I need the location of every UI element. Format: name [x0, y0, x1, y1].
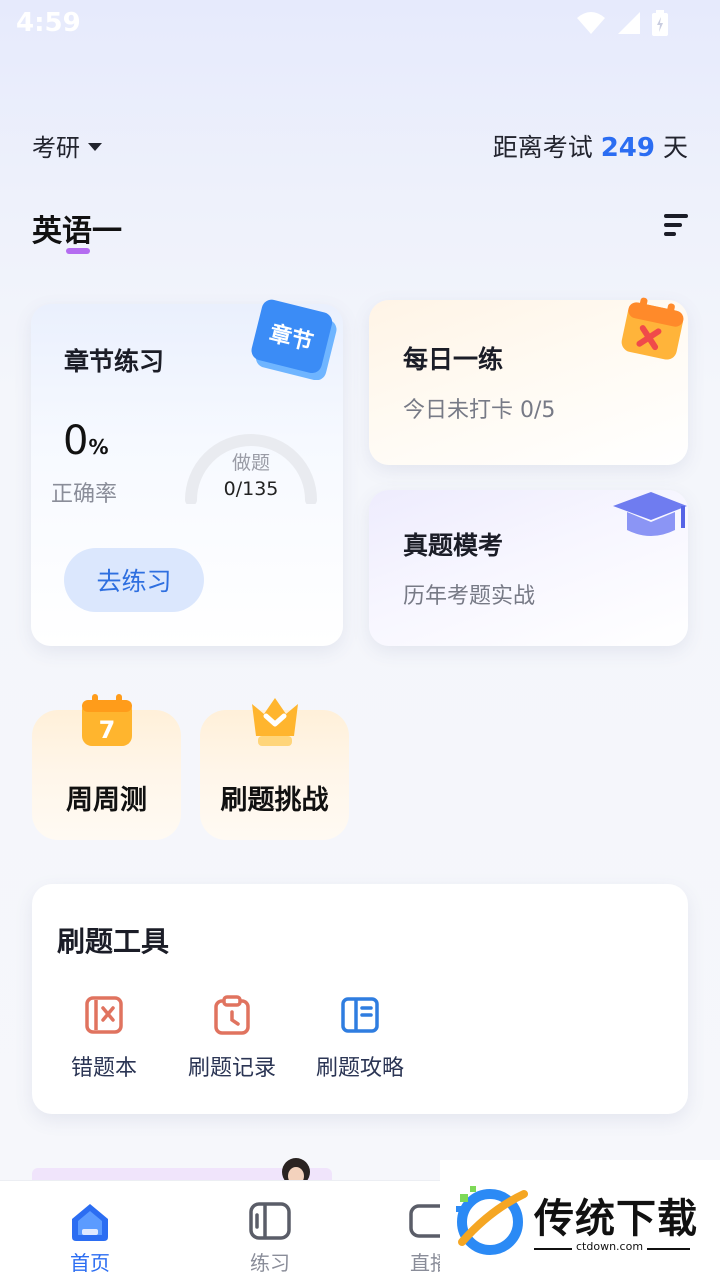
done-label: 做题 — [231, 452, 270, 474]
mock-exam-card[interactable]: 真题模考 历年考题实战 — [369, 490, 688, 646]
crown-icon — [252, 698, 298, 746]
subject-underline — [66, 248, 90, 254]
exam-type-dropdown[interactable]: 考研 — [32, 128, 102, 163]
status-icons — [576, 10, 668, 36]
chapter-practice-card[interactable]: 章节练习 章节 0 % 正确率 做题 0/135 去练习 — [31, 299, 343, 646]
tab-practice-label: 练习 — [250, 1251, 290, 1275]
home-icon — [72, 1204, 108, 1241]
tab-practice[interactable]: 练习 — [220, 1199, 320, 1276]
challenge-label: 刷题挑战 — [220, 785, 329, 816]
countdown-prefix: 距离考试 — [492, 133, 593, 162]
battery-icon — [652, 10, 668, 36]
clipboard-clock-icon — [214, 995, 250, 1035]
tool-practice-guide[interactable]: 刷题攻略 — [305, 994, 415, 1082]
tab-home[interactable]: 首页 — [40, 1199, 140, 1276]
accuracy-value: 0 % — [63, 418, 109, 464]
mock-exam-subtitle: 历年考题实战 — [403, 584, 536, 609]
header-row: 考研 距离考试 249 天 — [0, 120, 720, 170]
challenge-card[interactable]: 刷题挑战 — [200, 698, 349, 840]
daily-practice-status: 今日未打卡 0/5 — [403, 398, 556, 423]
tool-records-label: 刷题记录 — [187, 1056, 276, 1081]
status-bar: 4:59 — [0, 0, 720, 48]
go-practice-button[interactable]: 去练习 — [64, 548, 204, 612]
signal-icon — [618, 12, 640, 34]
tools-title: 刷题工具 — [57, 925, 170, 958]
tab-home-label: 首页 — [70, 1251, 110, 1275]
status-time: 4:59 — [16, 8, 81, 38]
watermark: 传统下载 ctdown.com — [440, 1160, 720, 1280]
wrong-book-icon — [85, 996, 123, 1034]
chapter-practice-title: 章节练习 — [64, 347, 165, 376]
calendar-icon — [621, 297, 684, 360]
chapter-book-icon: 章节 — [251, 299, 337, 380]
promo-person-image — [282, 1158, 310, 1182]
graduation-cap-icon — [613, 492, 687, 536]
caret-down-icon — [88, 143, 102, 151]
tool-practice-records[interactable]: 刷题记录 — [177, 994, 287, 1082]
countdown-suffix: 天 — [662, 133, 688, 162]
daily-practice-card[interactable]: 每日一练 今日未打卡 0/5 — [369, 297, 688, 465]
sort-menu-icon[interactable] — [664, 212, 690, 238]
calendar-seven-icon: 7 — [82, 694, 132, 746]
mock-exam-title: 真题模考 — [403, 531, 504, 560]
subject-row: 英语一 — [0, 200, 720, 260]
done-value: 0/135 — [223, 478, 279, 500]
practice-tools-card: 刷题工具 错题本 刷题记录 刷题攻略 — [32, 884, 688, 1114]
wifi-icon — [577, 12, 605, 34]
watermark-text: 传统下载 — [534, 1196, 698, 1242]
watermark-url: ctdown.com — [572, 1240, 648, 1253]
book-guide-icon — [341, 997, 379, 1033]
subject-title[interactable]: 英语一 — [32, 206, 122, 250]
watermark-logo — [456, 1186, 528, 1255]
countdown-days: 249 — [600, 133, 655, 163]
tool-guide-label: 刷题攻略 — [315, 1056, 404, 1081]
weekly-test-label: 周周测 — [66, 785, 147, 816]
practice-icon — [249, 1202, 291, 1240]
weekly-test-card[interactable]: 7 周周测 — [32, 694, 181, 840]
tool-mistakes-book[interactable]: 错题本 — [49, 994, 159, 1082]
calendar-seven-number: 7 — [99, 716, 116, 744]
exam-countdown: 距离考试 249 天 — [493, 128, 688, 164]
exam-type-label: 考研 — [32, 134, 80, 162]
tool-mistakes-label: 错题本 — [70, 1056, 137, 1081]
accuracy-label: 正确率 — [51, 482, 118, 507]
daily-practice-title: 每日一练 — [403, 345, 504, 374]
